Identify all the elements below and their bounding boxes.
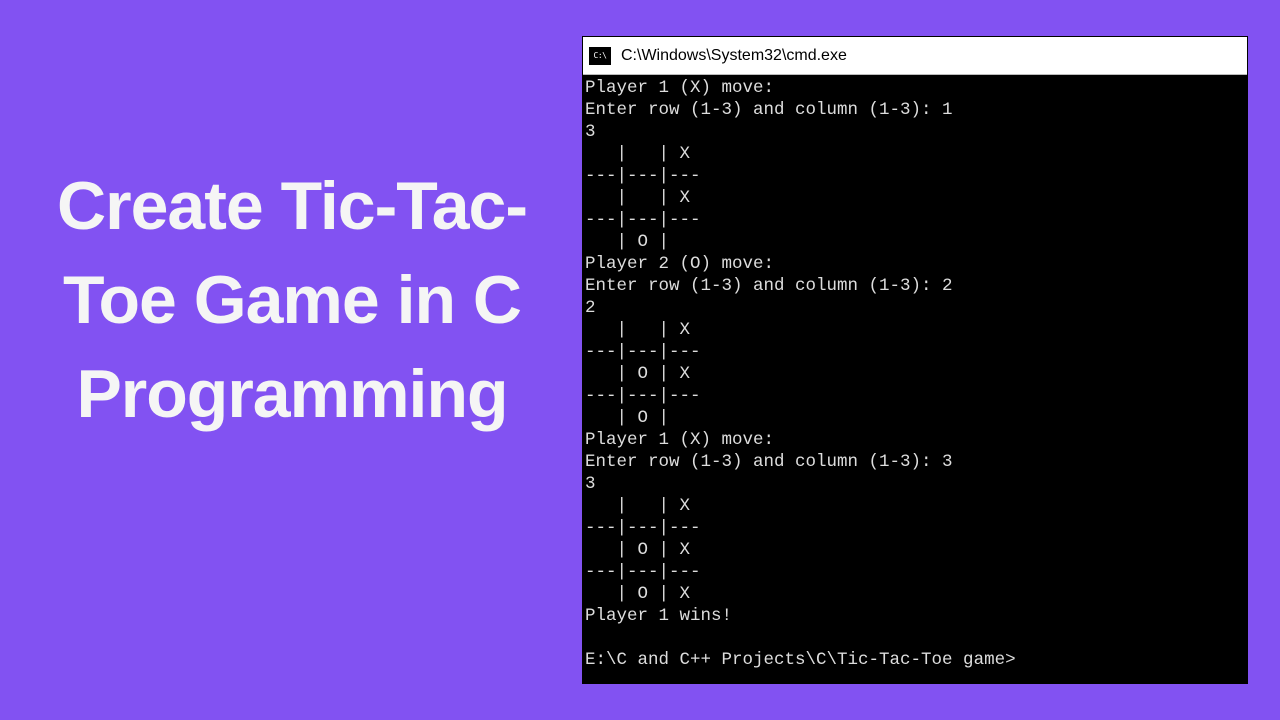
window-title: C:\Windows\System32\cmd.exe	[621, 47, 847, 65]
cmd-window: C:\Windows\System32\cmd.exe Player 1 (X)…	[582, 36, 1248, 684]
window-titlebar[interactable]: C:\Windows\System32\cmd.exe	[583, 37, 1247, 75]
terminal-output[interactable]: Player 1 (X) move: Enter row (1-3) and c…	[583, 75, 1247, 683]
cmd-icon	[589, 47, 611, 65]
page-heading: Create Tic-Tac-Toe Game in C Programming	[22, 160, 562, 441]
